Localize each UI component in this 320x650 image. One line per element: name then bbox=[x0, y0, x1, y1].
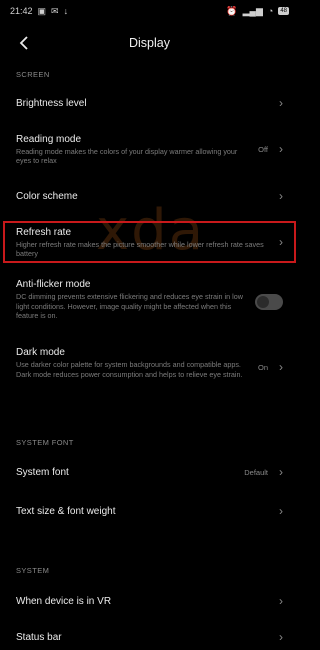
row-title: Color scheme bbox=[16, 190, 78, 202]
app-header: Display bbox=[0, 30, 299, 56]
alarm-icon: ⏰ bbox=[226, 5, 238, 16]
row-text: Anti-flicker mode DC dimming prevents ex… bbox=[16, 278, 245, 321]
download-icon: ↓ bbox=[63, 5, 69, 16]
chevron-right-icon: › bbox=[279, 189, 283, 203]
chevron-right-icon: › bbox=[279, 630, 283, 644]
row-title: Status bar bbox=[16, 631, 62, 643]
anti-flicker-toggle[interactable] bbox=[255, 294, 283, 310]
chevron-right-icon: › bbox=[279, 504, 283, 518]
row-title: Dark mode bbox=[16, 347, 65, 358]
back-arrow-icon[interactable] bbox=[14, 32, 34, 54]
row-value: Off bbox=[258, 144, 268, 154]
row-when-device-in-vr[interactable]: When device is in VR › bbox=[0, 588, 299, 614]
row-title: Text size & font weight bbox=[16, 505, 116, 517]
page-title: Display bbox=[129, 36, 170, 50]
signal-icon: ▂▄▆ bbox=[242, 5, 263, 16]
chevron-right-icon: › bbox=[279, 142, 283, 156]
row-subtitle: DC dimming prevents extensive flickering… bbox=[16, 292, 243, 320]
section-header-screen: SCREEN bbox=[16, 70, 50, 79]
row-system-font[interactable]: System font Default › bbox=[0, 459, 299, 485]
chevron-right-icon: › bbox=[279, 360, 283, 374]
row-title: Brightness level bbox=[16, 97, 87, 109]
row-color-scheme[interactable]: Color scheme › bbox=[0, 183, 299, 209]
status-left: 21:42 ▣ ✉ ↓ bbox=[10, 6, 68, 16]
row-text: Dark mode Use darker color palette for s… bbox=[16, 346, 252, 379]
battery-icon: 48 bbox=[278, 7, 289, 15]
toggle-knob bbox=[257, 296, 269, 308]
chevron-right-icon: › bbox=[279, 96, 283, 110]
row-title: Anti-flicker mode bbox=[16, 279, 91, 290]
row-subtitle: Use darker color palette for system back… bbox=[16, 360, 243, 379]
status-time: 21:42 bbox=[10, 6, 33, 16]
row-text: Status bar bbox=[16, 631, 275, 644]
row-title: Reading mode bbox=[16, 133, 82, 145]
row-title: System font bbox=[16, 466, 69, 478]
row-dark-mode[interactable]: Dark mode Use darker color palette for s… bbox=[0, 346, 299, 398]
section-header-system: SYSTEM bbox=[16, 566, 50, 575]
chevron-right-icon: › bbox=[279, 594, 283, 608]
row-brightness-level[interactable]: Brightness level › bbox=[0, 90, 299, 116]
row-text: Brightness level bbox=[16, 97, 275, 110]
row-subtitle: Reading mode makes the colors of your di… bbox=[16, 146, 238, 166]
row-reading-mode[interactable]: Reading mode Reading mode makes the colo… bbox=[0, 129, 299, 169]
row-title: When device is in VR bbox=[16, 595, 112, 607]
message-icon: ✉ bbox=[51, 5, 59, 16]
chevron-right-icon: › bbox=[279, 465, 283, 479]
row-status-bar[interactable]: Status bar › bbox=[0, 625, 299, 649]
row-text: When device is in VR bbox=[16, 595, 275, 608]
row-value: On bbox=[257, 363, 268, 372]
row-text: Text size & font weight bbox=[16, 505, 275, 518]
status-bar: 21:42 ▣ ✉ ↓ ⏰ ▂▄▆ ◔ 48 bbox=[0, 0, 299, 22]
row-text: System font bbox=[16, 466, 238, 479]
row-text-size-font-weight[interactable]: Text size & font weight › bbox=[0, 498, 299, 524]
wifi-icon: ◔ bbox=[267, 5, 274, 16]
row-anti-flicker-mode[interactable]: Anti-flicker mode DC dimming prevents ex… bbox=[0, 278, 299, 330]
row-text: Reading mode Reading mode makes the colo… bbox=[16, 133, 252, 166]
notification-icon: ▣ bbox=[37, 5, 47, 16]
highlight-box bbox=[3, 221, 296, 263]
section-header-system-font: SYSTEM FONT bbox=[16, 438, 74, 447]
row-text: Color scheme bbox=[16, 190, 275, 203]
status-right: ⏰ ▂▄▆ ◔ 48 bbox=[226, 5, 289, 16]
row-value: Default bbox=[244, 467, 268, 477]
